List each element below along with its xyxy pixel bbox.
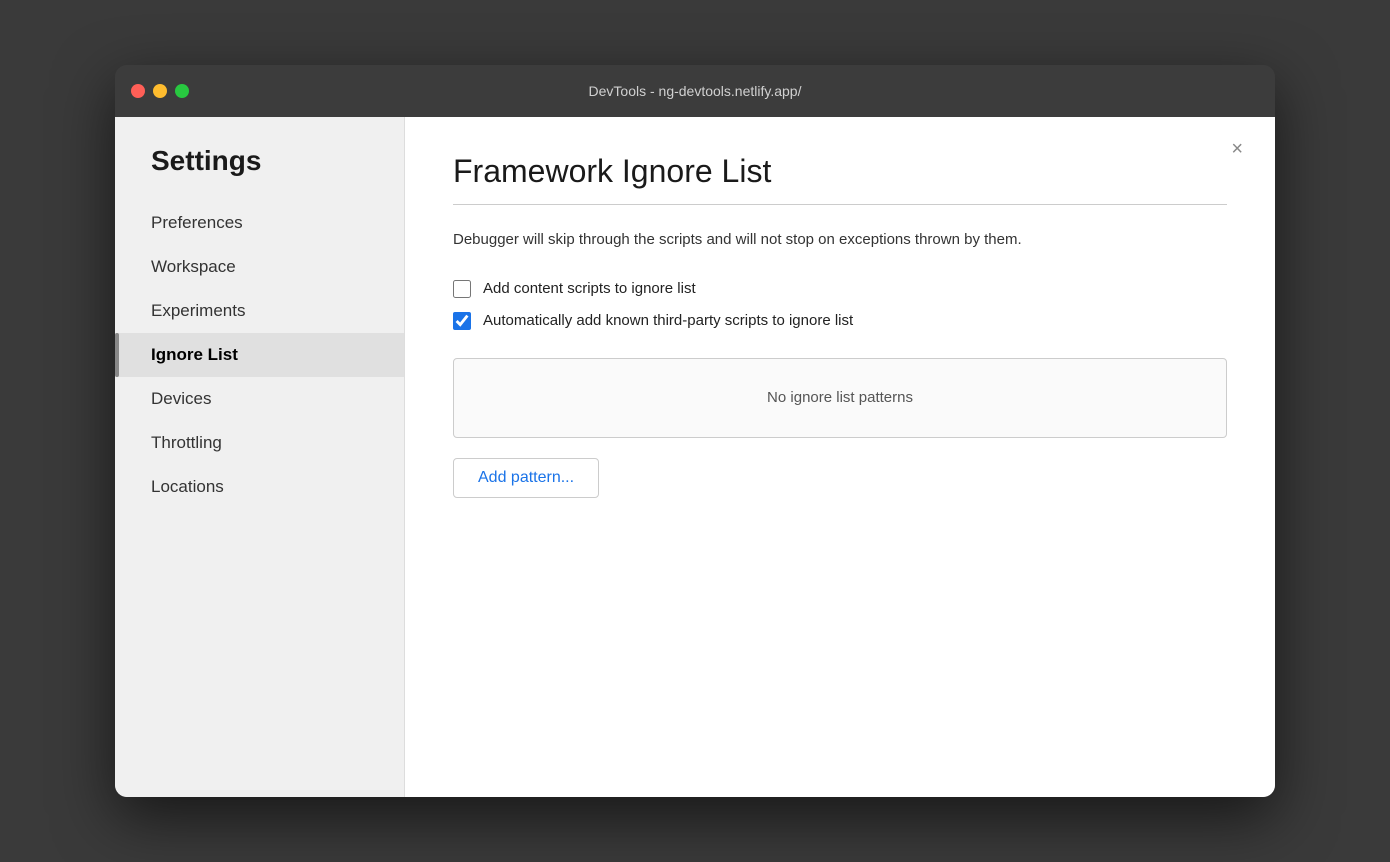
sidebar: Settings Preferences Workspace Experimen… [115,117,405,797]
titlebar-title: DevTools - ng-devtools.netlify.app/ [589,83,802,99]
sidebar-nav: Preferences Workspace Experiments Ignore… [115,201,404,509]
checkbox-group: Add content scripts to ignore list Autom… [453,280,1227,330]
sidebar-item-workspace[interactable]: Workspace [115,245,404,289]
window-content: Settings Preferences Workspace Experimen… [115,117,1275,797]
checkbox-content-scripts-label: Add content scripts to ignore list [483,280,696,297]
ignore-list-box: No ignore list patterns [453,358,1227,438]
checkbox-third-party-label: Automatically add known third-party scri… [483,312,853,329]
sidebar-item-throttling[interactable]: Throttling [115,421,404,465]
sidebar-item-experiments[interactable]: Experiments [115,289,404,333]
section-description: Debugger will skip through the scripts a… [453,229,1173,252]
ignore-list-placeholder: No ignore list patterns [767,389,913,406]
section-divider [453,204,1227,205]
sidebar-item-ignore-list[interactable]: Ignore List [115,333,404,377]
maximize-traffic-light[interactable] [175,84,189,98]
sidebar-item-locations[interactable]: Locations [115,465,404,509]
window: DevTools - ng-devtools.netlify.app/ Sett… [115,65,1275,797]
checkbox-content-scripts-input[interactable] [453,280,471,298]
minimize-traffic-light[interactable] [153,84,167,98]
checkbox-third-party[interactable]: Automatically add known third-party scri… [453,312,1227,330]
close-button[interactable]: × [1223,135,1251,163]
main-panel: × Framework Ignore List Debugger will sk… [405,117,1275,797]
add-pattern-button[interactable]: Add pattern... [453,458,599,498]
section-title: Framework Ignore List [453,153,1227,190]
sidebar-item-preferences[interactable]: Preferences [115,201,404,245]
checkbox-content-scripts[interactable]: Add content scripts to ignore list [453,280,1227,298]
sidebar-item-devices[interactable]: Devices [115,377,404,421]
sidebar-heading: Settings [115,145,404,201]
close-traffic-light[interactable] [131,84,145,98]
traffic-lights [131,84,189,98]
checkbox-third-party-input[interactable] [453,312,471,330]
titlebar: DevTools - ng-devtools.netlify.app/ [115,65,1275,117]
